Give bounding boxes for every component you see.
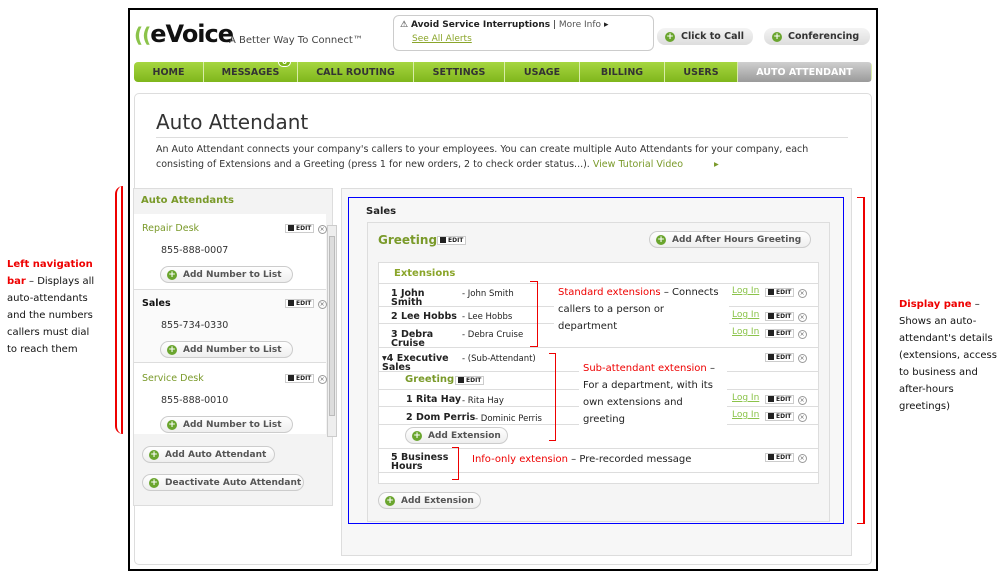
delete-icon[interactable]: × (797, 289, 807, 298)
pane-title: Sales (366, 206, 397, 217)
edit-button[interactable]: EDIT (765, 352, 795, 362)
log-in-link[interactable]: Log In (732, 310, 759, 320)
edit-greeting-button[interactable]: EDIT (437, 235, 467, 245)
edit-button[interactable]: EDIT (765, 287, 795, 297)
attendant-number: 855-888-0010 (161, 395, 229, 406)
sub-greeting-label: Greeting (405, 374, 455, 385)
service-alert: ⚠ Avoid Service Interruptions | More Inf… (393, 15, 654, 51)
click-to-call-button[interactable]: + Click to Call (657, 28, 753, 45)
extension-name[interactable]: 2 Lee Hobbs (391, 312, 457, 322)
edit-button[interactable]: EDIT (765, 328, 795, 338)
attendant-number: 855-888-0007 (161, 245, 229, 256)
nav-billing[interactable]: BILLING (580, 62, 665, 82)
warning-icon: ⚠ (400, 20, 409, 30)
add-number-button[interactable]: + Add Number to List (160, 416, 293, 433)
annotation-sub-attendant: Sub-attendant extension – For a departme… (579, 360, 727, 428)
edit-button[interactable]: EDIT (285, 223, 315, 233)
extension-destination: - Dominic Perris (475, 414, 542, 424)
attendant-service-desk[interactable]: Service Desk (142, 373, 204, 384)
delete-icon[interactable]: × (797, 313, 807, 322)
right-bracket (857, 197, 865, 524)
left-bracket (115, 186, 123, 434)
extension-destination: - Lee Hobbs (462, 312, 513, 322)
add-number-button[interactable]: + Add Number to List (160, 266, 293, 283)
edit-button[interactable]: EDIT (285, 298, 315, 308)
delete-icon[interactable]: × (797, 413, 807, 422)
plus-icon: + (772, 31, 782, 42)
add-number-button[interactable]: + Add Number to List (160, 341, 293, 358)
conferencing-button[interactable]: + Conferencing (764, 28, 870, 45)
annotation-left-nav: Left navigation bar – Displays all auto-… (7, 259, 95, 355)
list-scrollbar[interactable] (327, 225, 337, 437)
edit-button[interactable]: EDIT (455, 375, 485, 385)
delete-icon[interactable]: × (797, 330, 807, 339)
attendant-sales[interactable]: Sales (142, 298, 171, 309)
extension-name[interactable]: 2 Dom Perris (406, 413, 475, 423)
log-in-link[interactable]: Log In (732, 286, 759, 296)
edit-button[interactable]: EDIT (765, 311, 795, 321)
annotation-standard: Standard extensions – Connects callers t… (554, 284, 729, 335)
nav-users[interactable]: USERS (665, 62, 738, 82)
extension-destination: - John Smith (462, 289, 514, 299)
extension-name[interactable]: 1 Rita Hay (406, 395, 461, 405)
more-info-link[interactable]: More Info (559, 20, 601, 30)
edit-button[interactable]: EDIT (285, 373, 315, 383)
main-nav: HOME MESSAGES 0 CALL ROUTING SETTINGS USA… (134, 62, 872, 82)
page-description: An Auto Attendant connects your company'… (156, 144, 809, 170)
delete-icon[interactable]: × (317, 225, 327, 234)
tagline: A Better Way To Connect™ (229, 35, 363, 46)
nav-home[interactable]: HOME (134, 62, 204, 82)
log-in-link[interactable]: Log In (732, 393, 759, 403)
extension-destination: - Debra Cruise (462, 330, 524, 340)
extension-destination: - Rita Hay (462, 396, 504, 406)
annotation-display-pane: Display pane – Shows an auto-attendant's… (899, 299, 997, 412)
extensions-heading: Extensions (394, 268, 456, 279)
add-extension-button[interactable]: + Add Extension (378, 492, 481, 509)
plus-icon: + (665, 31, 675, 42)
annotation-info-only: Info-only extension – Pre-recorded messa… (472, 454, 692, 465)
nav-settings[interactable]: SETTINGS (414, 62, 505, 82)
nav-messages[interactable]: MESSAGES 0 (204, 62, 298, 82)
extension-name[interactable]: ▾4 Executive Sales (382, 354, 452, 373)
log-in-link[interactable]: Log In (732, 410, 759, 420)
add-after-hours-greeting-button[interactable]: + Add After Hours Greeting (649, 231, 811, 248)
delete-icon[interactable]: × (317, 375, 327, 384)
delete-icon[interactable]: × (797, 454, 807, 463)
edit-button[interactable]: EDIT (765, 452, 795, 462)
extension-name[interactable]: 5 Business Hours (391, 453, 451, 472)
nav-call-routing[interactable]: CALL ROUTING (298, 62, 414, 82)
auto-attendants-heading: Auto Attendants (141, 195, 234, 206)
bracket (549, 353, 556, 441)
extension-name[interactable]: 3 Debra Cruise (391, 330, 441, 349)
greeting-label: Greeting: (378, 233, 442, 247)
delete-icon[interactable]: × (317, 300, 327, 309)
attendant-number: 855-734-0330 (161, 320, 229, 331)
extension-destination: - (Sub-Attendant) (462, 354, 536, 364)
delete-icon[interactable]: × (797, 354, 807, 363)
edit-button[interactable]: EDIT (765, 411, 795, 421)
see-all-alerts-link[interactable]: See All Alerts (412, 34, 647, 44)
add-sub-extension-button[interactable]: + Add Extension (405, 427, 508, 444)
alert-title: Avoid Service Interruptions (410, 20, 551, 30)
deactivate-auto-attendant-button[interactable]: + Deactivate Auto Attendant (142, 474, 304, 491)
add-auto-attendant-button[interactable]: + Add Auto Attendant (142, 446, 275, 463)
delete-icon[interactable]: × (797, 396, 807, 405)
page-title: Auto Attendant (156, 110, 309, 134)
nav-auto-attendant[interactable]: AUTO ATTENDANT (738, 62, 872, 82)
bracket (530, 281, 538, 347)
tutorial-video-link[interactable]: View Tutorial Video (593, 159, 683, 170)
extension-name[interactable]: 1 John Smith (391, 289, 441, 308)
divider (156, 137, 848, 138)
log-in-link[interactable]: Log In (732, 327, 759, 337)
nav-usage[interactable]: USAGE (505, 62, 580, 82)
bracket (452, 447, 459, 480)
attendant-repair-desk[interactable]: Repair Desk (142, 223, 199, 234)
edit-button[interactable]: EDIT (765, 394, 795, 404)
messages-count-badge: 0 (278, 62, 291, 67)
evoice-logo[interactable]: ((eVoice (134, 20, 234, 48)
